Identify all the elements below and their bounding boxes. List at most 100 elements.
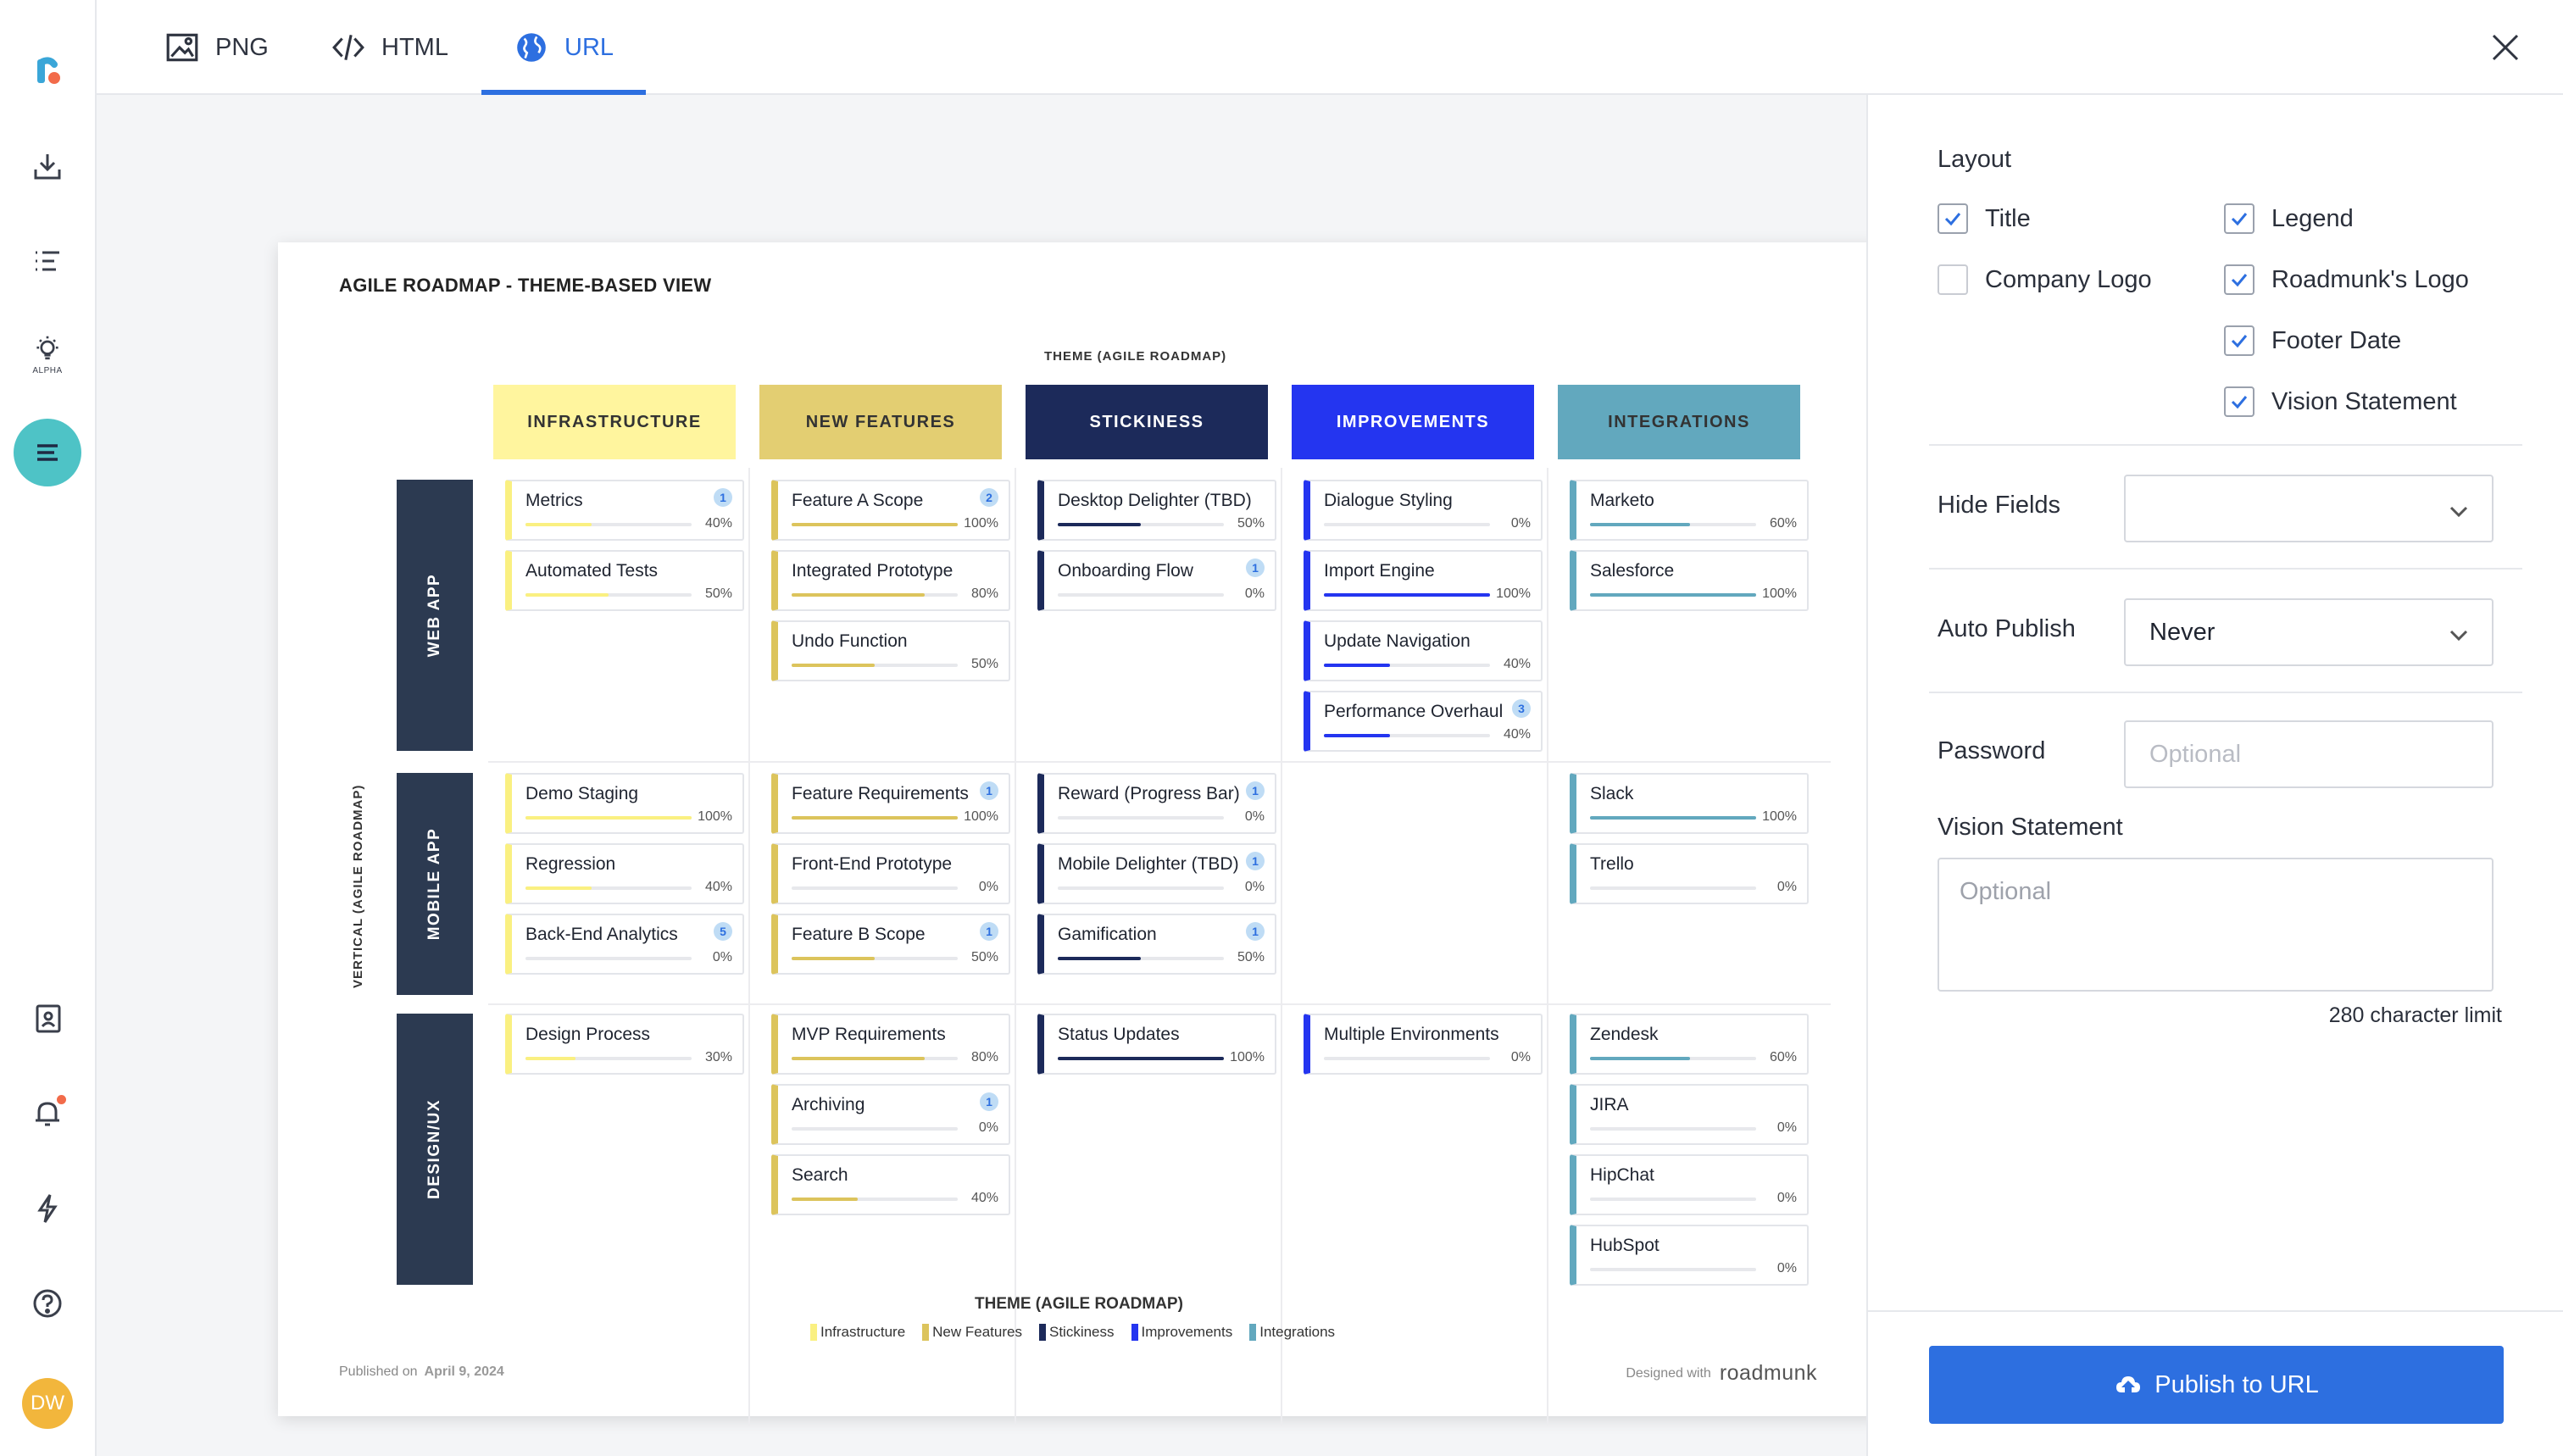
roadmap-card[interactable]: Undo Function 50% — [771, 620, 1010, 681]
roadmunk-logo[interactable] — [19, 42, 76, 100]
card-title: Feature B Scope — [792, 925, 926, 944]
roadmap-card[interactable]: Performance Overhaul 3 40% — [1304, 691, 1543, 752]
roadmap-card[interactable]: Feature Requirements 1 100% — [771, 773, 1010, 834]
tab-png[interactable]: PNG — [154, 0, 279, 95]
roadmap-card[interactable]: Update Navigation 40% — [1304, 620, 1543, 681]
legend-item: Stickiness — [1038, 1324, 1115, 1341]
progress-fill — [792, 664, 875, 667]
roadmap-card[interactable]: MVP Requirements 80% — [771, 1014, 1010, 1075]
hide-fields-select[interactable] — [2124, 475, 2494, 542]
roadmap-card[interactable]: JIRA 0% — [1570, 1084, 1809, 1145]
progress-fill — [792, 1198, 859, 1201]
contacts-icon[interactable] — [19, 990, 76, 1048]
progress-percent: 80% — [970, 586, 998, 601]
progress-percent: 0% — [1776, 1191, 1797, 1205]
roadmunk-wordmark: roadmunk — [1719, 1361, 1817, 1385]
roadmap-card[interactable]: Multiple Environments 0% — [1304, 1014, 1543, 1075]
card-title: Dialogue Styling — [1324, 491, 1453, 510]
roadmap-card[interactable]: Archiving 1 0% — [771, 1084, 1010, 1145]
card-title: JIRA — [1590, 1095, 1629, 1114]
checkbox-footer-date[interactable]: Footer Date — [2224, 325, 2401, 356]
checkbox-roadmunk-logo[interactable]: Roadmunk's Logo — [2224, 264, 2469, 295]
tab-html[interactable]: HTML — [320, 0, 459, 95]
progress-bar — [792, 957, 958, 960]
password-field[interactable]: Optional — [2124, 720, 2494, 788]
checkbox[interactable] — [1938, 264, 1968, 295]
card-title: Integrated Prototype — [792, 561, 953, 581]
roadmap-card[interactable]: Mobile Delighter (TBD) 1 0% — [1037, 843, 1276, 904]
theme-header-integrations: INTEGRATIONS — [1558, 385, 1800, 459]
vision-statement-input[interactable]: Optional — [1938, 858, 2494, 992]
checkbox-title[interactable]: Title — [1938, 203, 2031, 234]
roadmap-card[interactable]: Dialogue Styling 0% — [1304, 480, 1543, 541]
progress-bar — [792, 593, 958, 597]
checkbox-company-logo[interactable]: Company Logo — [1938, 264, 2152, 295]
roadmap-card[interactable]: Demo Staging 100% — [505, 773, 744, 834]
roadmap-card[interactable]: Feature B Scope 1 50% — [771, 914, 1010, 975]
roadmap-card[interactable]: Regression 40% — [505, 843, 744, 904]
bell-icon[interactable] — [19, 1085, 76, 1142]
lightning-icon[interactable] — [19, 1180, 76, 1237]
auto-publish-select[interactable]: Never — [2124, 598, 2494, 666]
roadmap-card[interactable]: Reward (Progress Bar) 1 0% — [1037, 773, 1276, 834]
roadmap-card[interactable]: Search 40% — [771, 1154, 1010, 1215]
progress-percent: 0% — [1244, 809, 1265, 824]
roadmap-card[interactable]: Integrated Prototype 80% — [771, 550, 1010, 611]
progress-percent: 0% — [1244, 586, 1265, 601]
progress-fill — [1590, 593, 1756, 597]
roadmap-card[interactable]: Desktop Delighter (TBD) 50% — [1037, 480, 1276, 541]
help-icon[interactable] — [19, 1275, 76, 1332]
progress-bar — [1590, 1057, 1756, 1060]
checkbox[interactable] — [1938, 203, 1968, 234]
roadmap-card[interactable]: Design Process 30% — [505, 1014, 744, 1075]
roadmap-card[interactable]: Status Updates 100% — [1037, 1014, 1276, 1075]
roadmap-card[interactable]: Zendesk 60% — [1570, 1014, 1809, 1075]
checkbox[interactable] — [2224, 264, 2254, 295]
roadmap-card[interactable]: Slack 100% — [1570, 773, 1809, 834]
progress-fill — [1590, 523, 1690, 526]
roadmap-card[interactable]: Back-End Analytics 5 0% — [505, 914, 744, 975]
theme-header-stickiness: STICKINESS — [1026, 385, 1268, 459]
roadmap-card[interactable]: Feature A Scope 2 100% — [771, 480, 1010, 541]
roadmap-card[interactable]: Automated Tests 50% — [505, 550, 744, 611]
roadmap-card[interactable]: HipChat 0% — [1570, 1154, 1809, 1215]
roadmap-card[interactable]: Front-End Prototype 0% — [771, 843, 1010, 904]
roadmap-card[interactable]: Trello 0% — [1570, 843, 1809, 904]
card-title: Update Navigation — [1324, 631, 1471, 651]
roadmap-card[interactable]: Salesforce 100% — [1570, 550, 1809, 611]
legend-swatch — [1249, 1324, 1257, 1341]
roadmap-card[interactable]: Onboarding Flow 1 0% — [1037, 550, 1276, 611]
roadmap-card[interactable]: HubSpot 0% — [1570, 1225, 1809, 1286]
left-rail: ALPHA DW — [0, 0, 97, 1456]
checkbox[interactable] — [2224, 386, 2254, 417]
progress-fill — [1590, 1057, 1690, 1060]
progress-fill — [525, 1057, 575, 1060]
publish-to-url-button[interactable]: Publish to URL — [1929, 1346, 2504, 1424]
chevron-down-icon — [2449, 630, 2468, 642]
progress-bar — [1058, 957, 1224, 960]
checkbox-legend[interactable]: Legend — [2224, 203, 2354, 234]
roadmap-card[interactable]: Gamification 1 50% — [1037, 914, 1276, 975]
progress-bar — [1324, 734, 1490, 737]
roadmap-card[interactable]: Metrics 1 40% — [505, 480, 744, 541]
progress-percent: 0% — [1510, 516, 1531, 531]
roadmap-card[interactable]: Marketo 60% — [1570, 480, 1809, 541]
progress-fill — [1324, 734, 1391, 737]
tab-url[interactable]: URL — [503, 0, 624, 95]
column-divider — [748, 468, 750, 1425]
progress-bar — [1058, 593, 1224, 597]
checkbox-vision-statement[interactable]: Vision Statement — [2224, 386, 2457, 417]
character-limit: 280 character limit — [2328, 1003, 2502, 1027]
list-icon[interactable] — [19, 232, 76, 290]
lightbulb-icon[interactable]: ALPHA — [19, 325, 76, 383]
checkbox[interactable] — [2224, 203, 2254, 234]
roadmap-card[interactable]: Import Engine 100% — [1304, 550, 1543, 611]
download-icon[interactable] — [19, 137, 76, 195]
card-title: Reward (Progress Bar) — [1058, 784, 1240, 803]
roadmap-icon[interactable] — [14, 419, 81, 486]
avatar[interactable]: DW — [22, 1378, 73, 1429]
comment-count-badge: 1 — [1246, 922, 1265, 941]
checkbox[interactable] — [2224, 325, 2254, 356]
close-icon[interactable] — [2488, 31, 2522, 64]
card-title: Design Process — [525, 1025, 651, 1044]
